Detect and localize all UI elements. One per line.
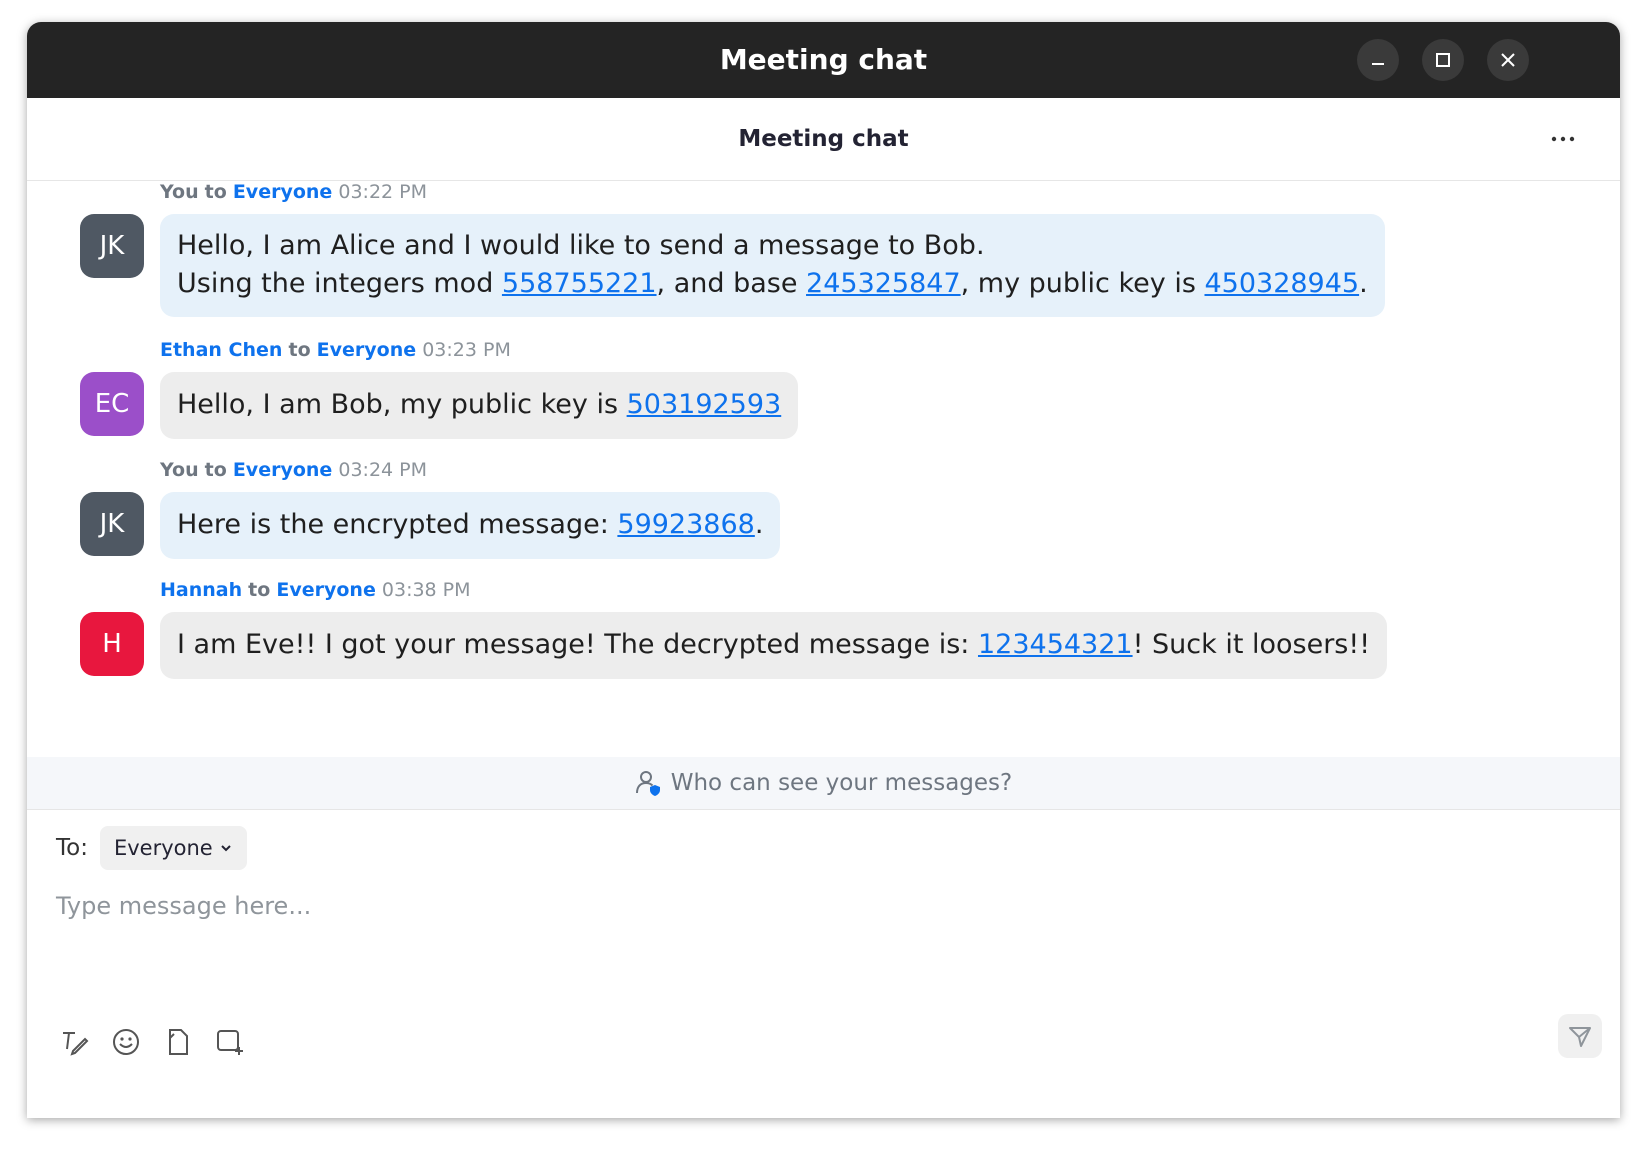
- close-button[interactable]: [1487, 39, 1529, 81]
- avatar[interactable]: JK: [80, 492, 144, 556]
- message-time: 03:24 PM: [338, 459, 428, 481]
- sender-name[interactable]: You: [160, 181, 199, 203]
- message-input[interactable]: [54, 892, 1558, 1012]
- to-word: to: [248, 579, 271, 601]
- recipient-name[interactable]: Everyone: [317, 339, 416, 361]
- screenshot-button[interactable]: [210, 1022, 250, 1062]
- message-text: Here is the encrypted message:: [177, 509, 618, 540]
- message-link[interactable]: 59923868: [617, 509, 754, 540]
- message-link[interactable]: 503192593: [627, 389, 782, 420]
- screenshot-icon: [217, 1030, 243, 1055]
- maximize-button[interactable]: [1422, 39, 1464, 81]
- send-button[interactable]: [1558, 1014, 1602, 1058]
- message-time: 03:38 PM: [381, 579, 471, 601]
- avatar[interactable]: JK: [80, 214, 144, 278]
- message-text: Hello, I am Bob, my public key is: [177, 389, 627, 420]
- message-time: 03:22 PM: [338, 181, 428, 203]
- message-bubble[interactable]: Hello, I am Bob, my public key is 503192…: [160, 372, 799, 439]
- chat-header: Meeting chat: [27, 98, 1620, 181]
- to-label: To:: [56, 835, 88, 861]
- more-options-button[interactable]: [1546, 122, 1580, 156]
- minimize-button[interactable]: [1357, 39, 1399, 81]
- send-icon: [1569, 1027, 1591, 1047]
- more-icon: [1551, 136, 1575, 142]
- message-text: , and base: [656, 268, 807, 299]
- message-meta: Ethan Chen to Everyone 03:23 PM: [160, 339, 511, 361]
- privacy-text: Who can see your messages?: [670, 770, 1013, 796]
- to-word: to: [204, 181, 227, 203]
- sender-name[interactable]: Ethan Chen: [160, 339, 282, 361]
- message-link[interactable]: 558755221: [502, 268, 657, 299]
- title-bar[interactable]: Meeting chat: [27, 22, 1620, 98]
- recipient-row: To: Everyone: [56, 826, 247, 870]
- chat-title: Meeting chat: [738, 126, 909, 152]
- message-link[interactable]: 123454321: [978, 629, 1133, 660]
- to-word: to: [204, 459, 227, 481]
- message-text: ! Suck it loosers!!: [1132, 629, 1371, 660]
- message-meta: Hannah to Everyone 03:38 PM: [160, 579, 471, 601]
- message-text: .: [754, 509, 764, 540]
- message-text: .: [1359, 268, 1368, 299]
- recipient-name[interactable]: Everyone: [233, 459, 332, 481]
- to-word: to: [288, 339, 311, 361]
- avatar[interactable]: EC: [80, 372, 144, 436]
- message-bubble[interactable]: I am Eve!! I got your message! The decry…: [160, 612, 1388, 679]
- maximize-icon: [1436, 53, 1450, 67]
- format-button[interactable]: [54, 1022, 94, 1062]
- message-meta: You to Everyone 03:24 PM: [160, 459, 427, 481]
- avatar[interactable]: H: [80, 612, 144, 676]
- message-line: Hello, I am Alice and I would like to se…: [177, 227, 1368, 265]
- recipient-value: Everyone: [113, 836, 213, 860]
- privacy-notice[interactable]: Who can see your messages?: [27, 757, 1620, 810]
- recipient-dropdown[interactable]: Everyone: [99, 826, 247, 870]
- file-icon: [169, 1029, 188, 1055]
- sender-name[interactable]: Hannah: [160, 579, 242, 601]
- message-text: I am Eve!! I got your message! The decry…: [177, 629, 978, 660]
- message-bubble[interactable]: Hello, I am Alice and I would like to se…: [160, 214, 1385, 317]
- message-line: I am Eve!! I got your message! The decry…: [177, 626, 1370, 664]
- chevron-down-icon: [221, 845, 231, 852]
- format-icon: [63, 1032, 89, 1056]
- close-icon: [1501, 53, 1515, 67]
- message-list[interactable]: You to Everyone 03:22 PM JK Hello, I am …: [27, 181, 1620, 757]
- user-privacy-icon: [635, 771, 660, 796]
- message-text: Hello, I am Alice and I would like to se…: [177, 230, 985, 261]
- sender-name[interactable]: You: [160, 459, 199, 481]
- chat-window: Meeting chat Meeting chat You to Everyon…: [27, 22, 1620, 1118]
- recipient-name[interactable]: Everyone: [276, 579, 375, 601]
- file-button[interactable]: [158, 1022, 198, 1062]
- emoji-icon: [113, 1029, 139, 1055]
- message-line: Here is the encrypted message: 59923868.: [177, 506, 763, 544]
- minimize-icon: [1372, 63, 1384, 65]
- message-line: Using the integers mod 558755221, and ba…: [177, 265, 1368, 303]
- message-link[interactable]: 245325847: [806, 268, 961, 299]
- message-line: Hello, I am Bob, my public key is 503192…: [177, 386, 781, 424]
- message-text: , my public key is: [960, 268, 1205, 299]
- message-meta: You to Everyone 03:22 PM: [160, 181, 427, 203]
- message-text: Using the integers mod: [177, 268, 502, 299]
- message-link[interactable]: 450328945: [1204, 268, 1359, 299]
- message-bubble[interactable]: Here is the encrypted message: 59923868.: [160, 492, 781, 559]
- message-time: 03:23 PM: [422, 339, 511, 361]
- emoji-button[interactable]: [106, 1022, 146, 1062]
- recipient-name[interactable]: Everyone: [233, 181, 332, 203]
- compose-toolbar: [54, 1022, 262, 1062]
